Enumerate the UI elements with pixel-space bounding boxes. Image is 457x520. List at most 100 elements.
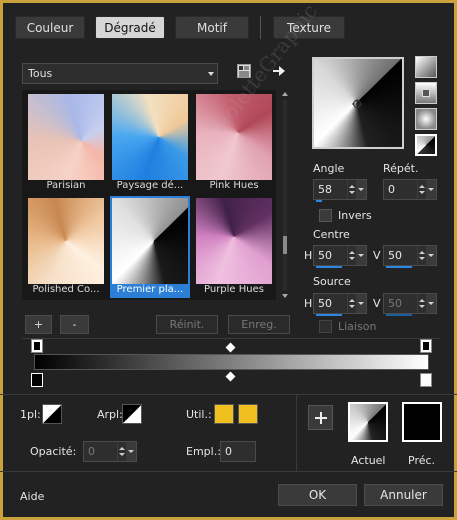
save-button[interactable]: Enreg. — [228, 315, 290, 334]
spin-arrows[interactable] — [117, 442, 126, 461]
gradient-thumb-polished-copper[interactable]: Polished Co... — [26, 196, 106, 298]
reset-button[interactable]: Réinit. — [156, 315, 218, 334]
current-preview — [348, 402, 388, 442]
chevron-down-icon[interactable] — [426, 294, 436, 313]
opacity-stop-right[interactable] — [420, 339, 432, 353]
gradient-preview — [196, 198, 272, 284]
tab-degrade[interactable]: Dégradé — [95, 16, 165, 39]
gradient-bar[interactable] — [34, 354, 429, 370]
gradient-thumb-parisian[interactable]: Parisian — [26, 92, 106, 194]
spin-arrows[interactable] — [347, 246, 356, 265]
opacity-value: 0 — [88, 445, 95, 458]
center-h-input[interactable]: 50 — [313, 245, 367, 268]
chevron-down-icon[interactable] — [126, 442, 136, 461]
color-stop-right[interactable] — [420, 373, 432, 387]
sunburst-style-icon[interactable] — [415, 108, 437, 130]
divider — [22, 338, 440, 339]
gradient-label: Paysage dé... — [116, 180, 184, 191]
location-input[interactable]: 0 — [220, 441, 256, 462]
repeat-input[interactable]: 0 — [383, 179, 437, 200]
source-h-value: 50 — [318, 297, 332, 310]
invert-label: Invers — [338, 209, 372, 222]
source-v-input[interactable]: 50 — [383, 293, 437, 316]
add-gradient-button[interactable]: + — [25, 315, 52, 334]
gradient-thumb-premier-plan[interactable]: Premier pla... — [110, 196, 190, 298]
gradient-thumb-paysage[interactable]: Paysage dé... — [110, 92, 190, 194]
divider — [0, 471, 457, 472]
source-h-input[interactable]: 50 — [313, 293, 367, 316]
gradient-preview — [112, 198, 188, 284]
rectangular-style-icon[interactable] — [415, 82, 437, 104]
chevron-down-icon[interactable] — [426, 180, 436, 199]
cancel-button[interactable]: Annuler — [364, 484, 443, 506]
tab-separator — [260, 16, 261, 39]
location-value: 0 — [225, 445, 232, 458]
divider — [0, 394, 457, 395]
center-v-input[interactable]: 50 — [383, 245, 437, 268]
angle-input[interactable]: 58 — [313, 179, 367, 202]
category-select[interactable]: Tous — [22, 63, 218, 84]
category-value: Tous — [28, 67, 53, 80]
center-label: Centre — [313, 228, 350, 241]
gradient-label: Premier pla... — [116, 284, 184, 295]
tab-motif[interactable]: Motif — [175, 16, 249, 39]
current-label: Actuel — [351, 454, 386, 467]
source-h-slider-fill — [316, 314, 342, 316]
link-checkbox[interactable] — [319, 320, 332, 333]
opacity-input[interactable]: 0 — [83, 441, 137, 462]
angle-value: 58 — [318, 183, 332, 196]
chevron-down-icon[interactable] — [356, 246, 366, 265]
center-h-value: 50 — [318, 249, 332, 262]
color-stop-left[interactable] — [31, 373, 43, 387]
source-v-slider-fill — [386, 314, 412, 316]
previous-label: Préc. — [408, 454, 436, 467]
gallery-scrollbar[interactable] — [280, 90, 290, 300]
linear-style-icon[interactable] — [415, 56, 437, 78]
gradient-preview — [112, 94, 188, 180]
chevron-down-icon[interactable] — [356, 294, 366, 313]
chevron-down-icon[interactable] — [426, 246, 436, 265]
spin-arrows[interactable] — [347, 294, 356, 313]
angle-label: Angle — [313, 162, 345, 175]
link-label: Liaison — [338, 320, 377, 333]
source-v-label: V — [373, 297, 381, 310]
spin-arrows[interactable] — [417, 294, 426, 313]
ok-button[interactable]: OK — [278, 484, 357, 506]
help-link[interactable]: Aide — [20, 490, 44, 503]
invert-checkbox[interactable] — [319, 209, 332, 222]
opacity-label: Opacité: — [30, 445, 77, 458]
library-icon[interactable] — [236, 63, 252, 79]
source-label: Source — [313, 275, 351, 288]
location-label: Empl.: — [186, 445, 221, 458]
spin-arrows[interactable] — [347, 180, 356, 199]
spin-arrows[interactable] — [417, 180, 426, 199]
gradient-label: Parisian — [46, 180, 86, 191]
previous-preview[interactable] — [402, 402, 442, 442]
arrow-right-icon[interactable] — [271, 63, 287, 79]
plus-icon — [314, 411, 327, 424]
gradient-preview-large[interactable] — [312, 57, 404, 149]
center-v-value: 50 — [388, 249, 402, 262]
gradient-label: Purple Hues — [204, 284, 264, 295]
radial-style-icon[interactable] — [415, 134, 437, 156]
repeat-value: 0 — [388, 183, 395, 196]
gradient-preview — [28, 198, 104, 284]
background-stop-icon[interactable] — [122, 404, 142, 424]
spin-arrows[interactable] — [417, 246, 426, 265]
tab-couleur[interactable]: Couleur — [15, 16, 85, 39]
divider — [296, 394, 297, 471]
foreground-label: 1pl: — [20, 408, 41, 421]
remove-gradient-button[interactable]: - — [60, 315, 89, 334]
tab-texture[interactable]: Texture — [273, 16, 345, 39]
color-swatch[interactable] — [214, 404, 234, 424]
gradient-thumb-purple-hues[interactable]: Purple Hues — [194, 196, 274, 298]
gradient-preview — [28, 94, 104, 180]
add-to-library-button[interactable] — [308, 405, 333, 430]
foreground-stop-icon[interactable] — [42, 404, 62, 424]
chevron-down-icon[interactable] — [356, 180, 366, 199]
gradient-thumb-pink-hues[interactable]: Pink Hues — [194, 92, 274, 194]
source-h-label: H — [304, 297, 313, 310]
center-h-label: H — [304, 249, 313, 262]
color-swatch-alt[interactable] — [238, 404, 258, 424]
opacity-stop-left[interactable] — [31, 339, 43, 353]
